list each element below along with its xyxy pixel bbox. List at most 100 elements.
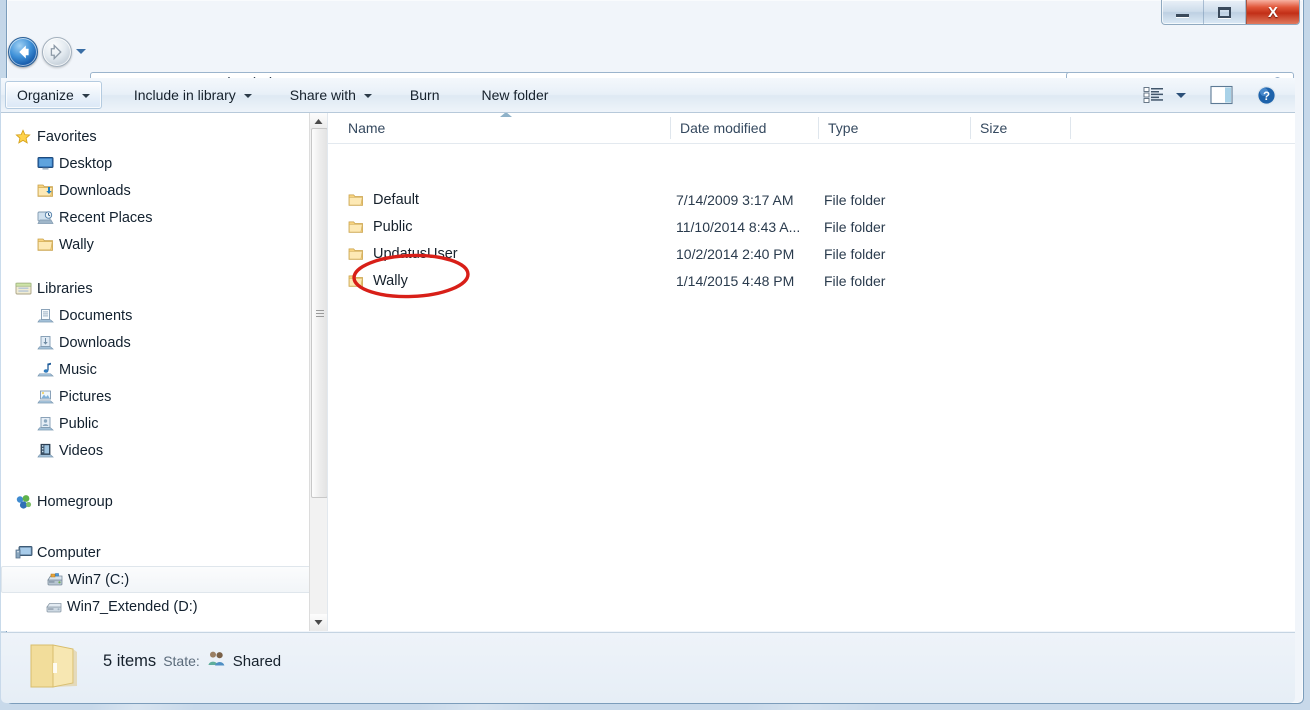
recent-pages-button[interactable] [76,49,86,54]
hard-drive-icon [46,572,68,587]
scroll-down-button[interactable] [310,614,327,631]
burn-button[interactable]: Burn [398,81,452,109]
preview-pane-button[interactable] [1196,82,1248,108]
sidebar-group-libraries[interactable]: Libraries [1,275,327,302]
window-controls: X [1161,0,1300,25]
sidebar-item-public-lib[interactable]: Public [1,410,327,437]
new-folder-label: New folder [481,87,548,103]
sidebar-item-videos-label: Videos [59,443,103,459]
sidebar-group-computer-label: Computer [37,545,101,561]
column-header-date-modified[interactable]: Date modified [670,113,818,143]
videos-library-icon [37,443,59,458]
chevron-down-icon [1176,93,1186,98]
table-row[interactable]: Public 11/10/2014 8:43 A... File folder [328,213,1295,240]
shared-status-label: Shared [233,653,281,670]
close-button[interactable]: X [1246,0,1299,24]
homegroup-icon [15,494,37,510]
chevron-down-icon [82,94,90,98]
file-type-cell: File folder [824,219,885,235]
sidebar-item-recent-places-label: Recent Places [59,210,153,226]
sidebar-item-win7-extended-d[interactable]: Win7_Extended (D:) [1,593,327,620]
sidebar-item-recent-places[interactable]: Recent Places [1,204,327,231]
sidebar-group-libraries-label: Libraries [37,281,93,297]
sidebar-item-wally-fav[interactable]: Wally [1,231,327,258]
status-folder-icon [27,641,83,696]
sidebar-item-win7-extended-d-label: Win7_Extended (D:) [67,599,198,615]
sidebar-item-public-lib-label: Public [59,416,99,432]
change-view-icon[interactable] [1136,82,1172,108]
sidebar-item-pictures-label: Pictures [59,389,111,405]
downloads-library-icon [37,335,59,350]
sidebar-item-pictures[interactable]: Pictures [1,383,327,410]
file-type-cell: File folder [824,246,885,262]
minimize-button[interactable] [1162,0,1204,24]
sidebar-spacer-2 [1,464,327,488]
chevron-down-icon [244,94,252,98]
help-button[interactable]: ? [1248,82,1285,108]
sidebar-group-favorites[interactable]: Favorites [1,123,327,150]
column-header-type-label: Type [828,120,858,136]
back-arrow-icon [9,38,37,66]
forward-arrow-icon [43,38,71,66]
sidebar-item-desktop-label: Desktop [59,156,112,172]
sidebar-item-videos[interactable]: Videos [1,437,327,464]
folder-icon [348,220,364,234]
sidebar-group-homegroup[interactable]: Homegroup [1,488,327,515]
recent-places-icon [37,210,59,225]
sidebar-spacer-1 [1,258,327,275]
scrollbar-thumb[interactable] [311,128,328,498]
sidebar-item-music[interactable]: Music [1,356,327,383]
file-name-label: Default [373,192,419,208]
sidebar-item-downloads-fav-label: Downloads [59,183,131,199]
view-list-icon [1143,86,1165,104]
organize-button[interactable]: Organize [5,81,102,109]
explorer-body: Favorites Desktop Downloads [1,113,1295,631]
sidebar-group-homegroup-label: Homegroup [37,494,113,510]
share-with-label: Share with [290,87,356,103]
table-row[interactable]: UpdatusUser 10/2/2014 2:40 PM File folde… [328,240,1295,267]
file-name-cell: UpdatusUser [348,246,458,262]
column-header-size[interactable]: Size [970,113,1070,143]
view-options-dropdown[interactable] [1172,82,1196,108]
sidebar-group-computer[interactable]: Computer [1,539,327,566]
maximize-icon [1218,7,1231,18]
file-list-pane: Name Date modified Type Size [328,113,1295,631]
include-in-library-button[interactable]: Include in library [122,81,264,109]
computer-icon [15,545,37,560]
forward-button[interactable] [42,37,72,67]
column-divider-4[interactable] [1070,117,1071,139]
back-button[interactable] [8,37,38,67]
column-header-size-label: Size [980,120,1007,136]
preview-pane-icon [1210,85,1234,105]
sidebar-item-win7-c[interactable]: Win7 (C:) [1,566,327,593]
file-name-cell: Default [348,192,419,208]
table-row[interactable]: Default 7/14/2009 3:17 AM File folder [328,186,1295,213]
sidebar-item-downloads-fav[interactable]: Downloads [1,177,327,204]
title-bar: X [0,0,1310,30]
folder-icon [37,237,59,252]
share-with-button[interactable]: Share with [278,81,384,109]
maximize-button[interactable] [1204,0,1246,24]
scrollbar-grip [316,308,324,319]
chevron-down-icon [314,619,323,626]
table-row[interactable]: Wally 1/14/2015 4:48 PM File folder [328,267,1295,294]
sidebar-item-documents[interactable]: Documents [1,302,327,329]
column-header-name[interactable]: Name [338,113,670,143]
new-folder-button[interactable]: New folder [469,81,560,109]
column-header-date-modified-label: Date modified [680,120,766,136]
file-name-label: Public [373,219,413,235]
file-name-cell: Public [348,219,413,235]
file-date-cell: 7/14/2009 3:17 AM [676,192,794,208]
sidebar-item-desktop[interactable]: Desktop [1,150,327,177]
sidebar-item-downloads-lib[interactable]: Downloads [1,329,327,356]
status-text: 5 items State: Shared [103,650,281,672]
sidebar-item-downloads-lib-label: Downloads [59,335,131,351]
shared-users-icon [207,650,226,672]
chevron-down-icon [364,94,372,98]
column-header-type[interactable]: Type [818,113,970,143]
documents-library-icon [37,308,59,323]
navigation-pane-scrollbar[interactable] [309,113,327,631]
file-date-cell: 1/14/2015 4:48 PM [676,273,794,289]
file-name-label: Wally [373,273,408,289]
file-name-cell: Wally [348,273,408,289]
